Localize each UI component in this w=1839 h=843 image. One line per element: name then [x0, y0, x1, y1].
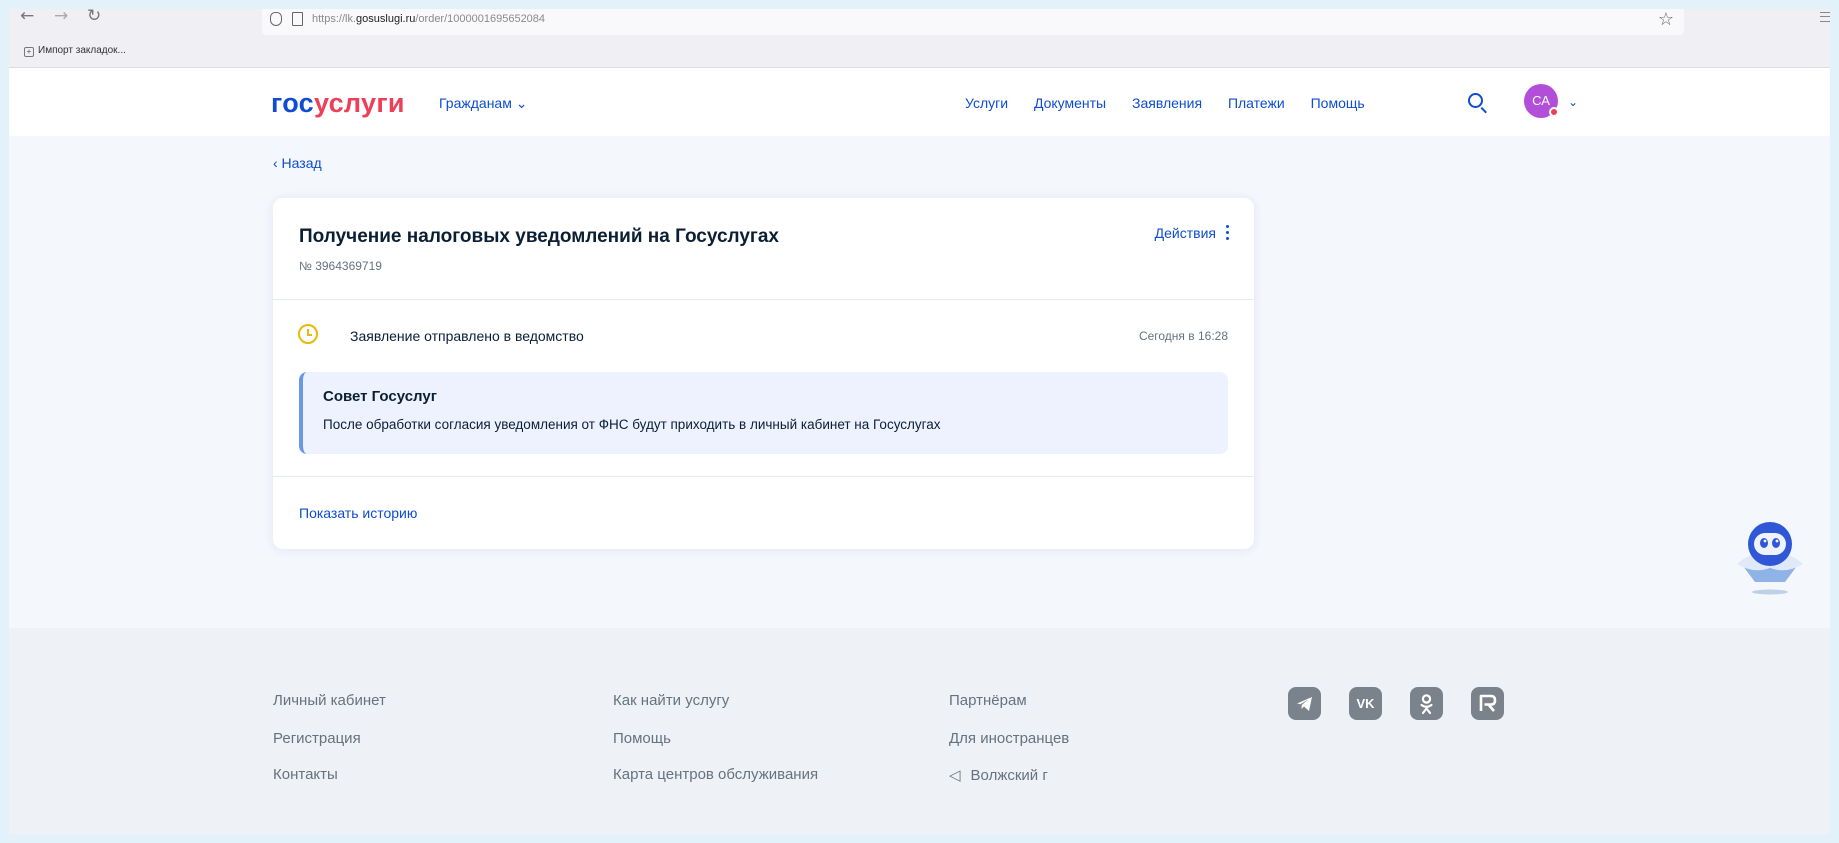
kebab-menu-icon[interactable] [1226, 225, 1230, 241]
footer-link-partners[interactable]: Партнёрам [949, 692, 1027, 709]
order-title: Получение налоговых уведомлений на Госус… [299, 226, 779, 247]
browser-chrome: ← → ↻ https://lk.gosuslugi.ru/order/1000… [0, 0, 1839, 68]
reload-icon[interactable]: ↻ [87, 6, 101, 26]
clock-icon [298, 324, 318, 344]
url-domain: gosuslugi.ru [356, 13, 416, 25]
footer-location[interactable]: ◁ Волжский г [949, 766, 1048, 784]
location-arrow-icon: ◁ [949, 767, 961, 784]
avatar-chevron-icon[interactable]: ⌄ [1568, 95, 1578, 109]
tip-title: Совет Госуслуг [323, 388, 437, 405]
address-bar[interactable]: https://lk.gosuslugi.ru/order/1000001695… [262, 7, 1684, 35]
odnoklassniki-icon[interactable] [1410, 687, 1443, 720]
main-nav: Услуги Документы Заявления Платежи Помощ… [965, 95, 1387, 111]
actions-button[interactable]: Действия [1155, 225, 1216, 241]
shield-icon[interactable] [270, 12, 282, 26]
logo-part-uslugi: услуги [313, 88, 405, 118]
url-path: /order/1000001695652084 [415, 13, 546, 25]
url-text[interactable]: https://lk.gosuslugi.ru/order/1000001695… [312, 13, 545, 25]
nav-help[interactable]: Помощь [1311, 95, 1365, 111]
back-link[interactable]: ‹ Назад [273, 155, 322, 171]
citizens-label: Гражданам [439, 95, 512, 111]
avatar-initials: СА [1532, 93, 1550, 108]
tip-box: Совет Госуслуг После обработки согласия … [299, 372, 1228, 454]
forward-arrow-icon[interactable]: → [54, 6, 68, 26]
status-time: Сегодня в 16:28 [1138, 329, 1228, 343]
import-icon: + [24, 47, 34, 57]
bookmark-star-icon[interactable]: ☆ [1658, 9, 1674, 30]
order-status: Заявление отправлено в ведомство [350, 328, 584, 344]
footer-link-cabinet[interactable]: Личный кабинет [273, 692, 386, 709]
search-icon[interactable] [1468, 93, 1483, 108]
citizens-menu[interactable]: Гражданам ⌄ [439, 95, 527, 112]
logo-part-gos: гос [271, 88, 314, 118]
footer-link-service-centers[interactable]: Карта центров обслуживания [613, 766, 818, 783]
footer-link-find-service[interactable]: Как найти услугу [613, 692, 729, 709]
site-header: госуслуги Гражданам ⌄ Услуги Документы З… [0, 68, 1839, 136]
nav-services[interactable]: Услуги [965, 95, 1008, 111]
menu-icon[interactable] [1820, 12, 1832, 22]
nav-payments[interactable]: Платежи [1228, 95, 1285, 111]
footer-link-registration[interactable]: Регистрация [273, 730, 361, 747]
tip-text: После обработки согласия уведомления от … [323, 417, 941, 432]
avatar[interactable]: СА [1524, 84, 1559, 118]
footer-link-help[interactable]: Помощь [613, 730, 671, 747]
vk-icon[interactable]: VK [1349, 687, 1382, 720]
url-prefix: https://lk. [312, 13, 357, 25]
footer-link-contacts[interactable]: Контакты [273, 766, 338, 783]
show-history-link[interactable]: Показать историю [299, 505, 417, 521]
chevron-down-icon: ⌄ [515, 95, 528, 111]
nav-applications[interactable]: Заявления [1132, 95, 1202, 111]
notification-dot [1549, 107, 1559, 117]
page-icon[interactable] [292, 12, 303, 26]
nav-documents[interactable]: Документы [1034, 95, 1106, 111]
bookmark-import-label: Импорт закладок... [38, 45, 126, 56]
location-label: Волжский г [970, 767, 1048, 784]
rutube-icon[interactable] [1471, 687, 1504, 720]
bookmark-import[interactable]: + Импорт закладок... [24, 45, 126, 57]
telegram-icon[interactable] [1288, 687, 1321, 720]
gosuslugi-logo[interactable]: госуслуги [271, 88, 405, 119]
back-arrow-icon[interactable]: ← [20, 6, 34, 26]
footer-link-foreigners[interactable]: Для иностранцев [949, 730, 1069, 747]
divider [273, 476, 1254, 477]
robot-assistant-icon[interactable] [1735, 518, 1805, 596]
divider [273, 299, 1254, 300]
order-number: № 3964369719 [299, 259, 382, 273]
order-card: Получение налоговых уведомлений на Госус… [273, 198, 1254, 549]
